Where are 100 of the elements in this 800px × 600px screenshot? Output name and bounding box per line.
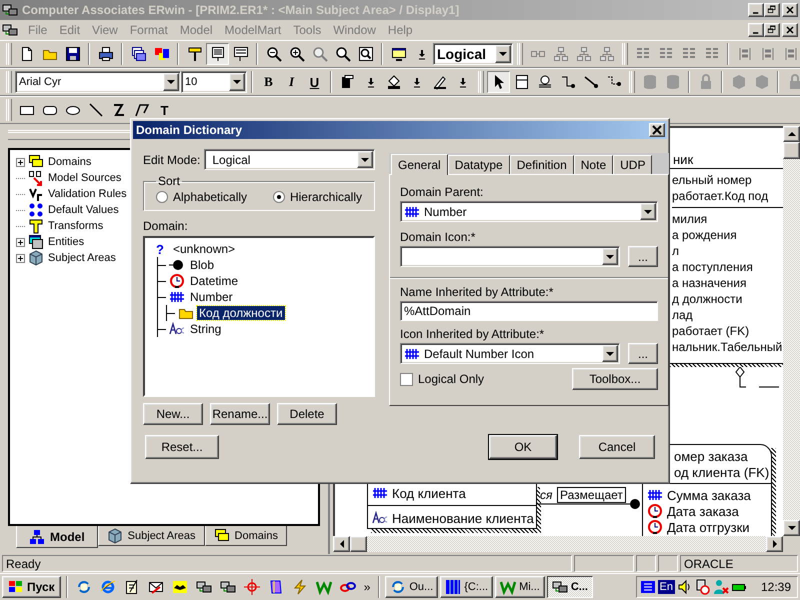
- zoom-out-icon[interactable]: [266, 46, 282, 62]
- browse-button[interactable]: ...: [628, 246, 658, 267]
- tree-item[interactable]: Datetime: [188, 274, 240, 288]
- tree-item[interactable]: Default Values: [47, 204, 120, 216]
- entity-icon[interactable]: [514, 74, 530, 90]
- ok-button[interactable]: OK: [489, 435, 557, 459]
- line-icon[interactable]: [88, 102, 104, 118]
- windows-icon[interactable]: [130, 46, 146, 62]
- dialog-button[interactable]: Rename...: [210, 403, 270, 425]
- dialog-button[interactable]: Delete: [277, 403, 337, 425]
- restore-icon[interactable]: [766, 4, 778, 16]
- relationship-icon[interactable]: [582, 74, 598, 90]
- radio-button[interactable]: Hierarchically: [272, 190, 362, 204]
- globe-icon[interactable]: [100, 579, 116, 595]
- printer-icon[interactable]: [98, 46, 114, 62]
- tree-item[interactable]: String: [188, 322, 224, 336]
- name-input-field[interactable]: %AttDomain: [400, 301, 658, 321]
- bold-button[interactable]: B: [257, 71, 280, 93]
- dialog-tab[interactable]: General: [391, 154, 448, 175]
- browse-button[interactable]: ...: [628, 343, 658, 364]
- erwin-icon[interactable]: [196, 579, 212, 595]
- keyboard-icon[interactable]: [640, 579, 656, 595]
- sync-icon[interactable]: [76, 579, 92, 595]
- dialog-tab[interactable]: Note: [574, 155, 614, 174]
- taskbar-button[interactable]: {C:...: [440, 576, 494, 598]
- more-button[interactable]: »: [360, 580, 374, 594]
- tree-item[interactable]: Domains: [47, 156, 92, 168]
- toolbar-grip[interactable]: [622, 43, 628, 65]
- restore-icon[interactable]: [766, 24, 778, 36]
- font-size-select[interactable]: 10: [181, 71, 247, 93]
- monitor-icon[interactable]: [390, 46, 406, 62]
- tree-item[interactable]: Transforms: [47, 220, 104, 232]
- polyline-icon[interactable]: [134, 102, 150, 118]
- horizontal-scrollbar[interactable]: [333, 536, 783, 552]
- zoom-window-icon[interactable]: [358, 46, 374, 62]
- underline-button[interactable]: U: [303, 71, 326, 93]
- vertical-scrollbar[interactable]: [783, 126, 800, 536]
- close-icon[interactable]: [784, 4, 796, 16]
- edit-mode-select[interactable]: Logical: [204, 149, 375, 170]
- start-button[interactable]: Пуск: [2, 576, 61, 598]
- hierarchy-icon[interactable]: [576, 46, 592, 62]
- squares-icon[interactable]: [154, 46, 170, 62]
- tree-item[interactable]: Blob: [188, 258, 216, 272]
- radio-button[interactable]: Alphabetically: [156, 190, 248, 204]
- envelope-icon[interactable]: [148, 579, 164, 595]
- close-icon[interactable]: [784, 24, 796, 36]
- toolbar-grip[interactable]: [6, 99, 12, 121]
- lightning-icon[interactable]: [292, 579, 308, 595]
- tree-item[interactable]: Subject Areas: [47, 252, 117, 264]
- dialog-button[interactable]: New...: [143, 403, 203, 425]
- bat-icon[interactable]: [172, 579, 188, 595]
- align-icon[interactable]: [736, 46, 752, 62]
- dialog-tab[interactable]: Definition: [510, 155, 574, 174]
- paint-bucket-icon[interactable]: [386, 74, 402, 90]
- scroll-thumb[interactable]: [783, 142, 800, 159]
- tree-item[interactable]: Number: [188, 290, 235, 304]
- toolbar-grip[interactable]: [6, 43, 12, 65]
- magnifier-icon[interactable]: [334, 46, 350, 62]
- tree-item[interactable]: Validation Rules: [47, 188, 128, 200]
- align-icon[interactable]: [760, 46, 776, 62]
- subtype-icon[interactable]: [536, 74, 552, 90]
- panel-tab[interactable]: Subject Areas: [98, 526, 205, 546]
- tree-item[interactable]: Entities: [47, 236, 86, 248]
- checkbox[interactable]: Logical Only: [400, 372, 484, 386]
- panel-tab[interactable]: Model: [16, 526, 98, 548]
- taskbar-button[interactable]: Ou...: [385, 576, 438, 598]
- expand-icon[interactable]: [16, 254, 25, 262]
- domain-parent-select[interactable]: Number: [400, 201, 658, 222]
- pointer-button[interactable]: [487, 71, 510, 93]
- cancel-button[interactable]: Cancel: [579, 435, 655, 459]
- tree-item[interactable]: Код должности: [197, 306, 285, 320]
- pen-icon[interactable]: [432, 74, 448, 90]
- zoom-in-icon[interactable]: [288, 46, 304, 62]
- book-icon[interactable]: [268, 579, 284, 595]
- hierarchy-icon[interactable]: [598, 46, 614, 62]
- panel-tab[interactable]: Domains: [204, 526, 287, 546]
- chain-icon[interactable]: [340, 579, 356, 595]
- save-icon[interactable]: [64, 46, 80, 62]
- icon-inherited-select[interactable]: Default Number Icon: [400, 343, 620, 364]
- text-tool-button[interactable]: T: [153, 99, 176, 121]
- align-icon[interactable]: [782, 46, 798, 62]
- toolbar-grip[interactable]: [6, 71, 12, 93]
- relationship-icon[interactable]: [560, 74, 576, 90]
- scroll-arrow-icon[interactable]: [788, 524, 796, 532]
- crosshair-icon[interactable]: [244, 579, 260, 595]
- domain-icon-select[interactable]: [400, 246, 620, 267]
- scroll-arrow-icon[interactable]: [770, 540, 778, 548]
- taskbar-button[interactable]: Mi...: [495, 576, 545, 598]
- scroll-arrow-icon[interactable]: [788, 130, 796, 138]
- toolbar-grip[interactable]: [478, 71, 484, 93]
- reset-button[interactable]: Reset...: [145, 435, 219, 459]
- font-select[interactable]: Arial Cyr: [15, 71, 181, 93]
- toolbar-grip[interactable]: [629, 71, 635, 93]
- erwin-icon[interactable]: [220, 579, 236, 595]
- note-icon[interactable]: [232, 46, 248, 62]
- pin-icon[interactable]: [186, 46, 202, 62]
- dialog-tab[interactable]: Datatype: [448, 155, 510, 174]
- italic-button[interactable]: I: [280, 71, 303, 93]
- scroll-thumb[interactable]: [350, 536, 367, 552]
- network-icon[interactable]: [694, 579, 711, 595]
